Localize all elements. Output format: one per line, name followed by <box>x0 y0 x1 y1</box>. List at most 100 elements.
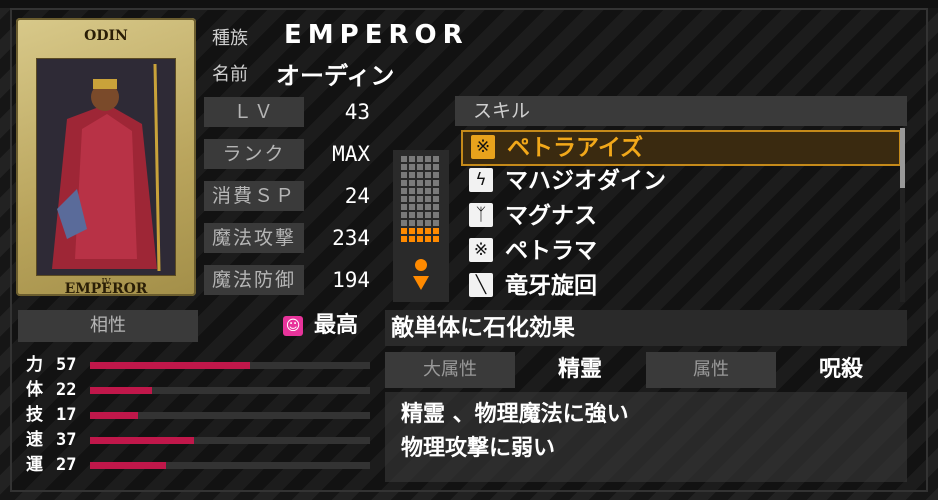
gauge-cell <box>433 196 439 202</box>
persona-marker-icon <box>411 258 431 292</box>
gauge-cell <box>417 228 423 234</box>
gauge-cell <box>433 164 439 170</box>
gauge-cell <box>425 228 431 234</box>
card-name: ODIN <box>84 28 128 44</box>
gauge-cell <box>433 156 439 162</box>
gauge-cell <box>417 188 423 194</box>
major-element-value: 精霊 <box>557 357 602 382</box>
attribute-fill <box>90 437 194 444</box>
skill-item-maziodyne[interactable]: ϟ マハジオダイン <box>461 165 897 197</box>
stat-label-magic-defense: 魔法防御 <box>204 265 304 295</box>
card-artwork <box>36 58 176 276</box>
stat-label-rank: ランク <box>204 139 304 169</box>
earth-icon: ᛉ <box>469 203 493 227</box>
persona-name: オーディン <box>276 62 395 90</box>
attribute-value: 17 <box>56 405 77 425</box>
gauge-cell <box>409 188 415 194</box>
skill-item-dragon-fang[interactable]: ╲ 竜牙旋回 <box>461 270 897 302</box>
stat-label-sp-cost: 消費ＳＰ <box>204 181 304 211</box>
skill-name: ペトラアイズ <box>507 135 644 161</box>
attribute-name: 運 <box>26 455 43 475</box>
gauge-cell <box>409 164 415 170</box>
gauge-cell <box>409 172 415 178</box>
gauge-cell <box>425 204 431 210</box>
note-line: 物理攻撃に弱い <box>401 436 556 461</box>
stat-value-magic-attack: 234 <box>332 226 370 250</box>
minor-element-value: 呪殺 <box>818 357 863 382</box>
gauge-cell <box>433 188 439 194</box>
gauge-cell <box>417 236 423 242</box>
major-element-label: 大属性 <box>385 352 515 388</box>
gauge-cell <box>425 188 431 194</box>
gauge-grid <box>401 156 441 242</box>
skill-list-header: スキル <box>455 96 907 126</box>
attribute-row-strength: 力 57 <box>18 354 376 376</box>
persona-notes: 精霊 、物理魔法に強い 物理攻撃に弱い <box>385 392 907 482</box>
gauge-cell <box>417 164 423 170</box>
gauge-cell <box>409 236 415 242</box>
gauge-cell <box>425 172 431 178</box>
attribute-track <box>90 412 370 419</box>
gauge-cell <box>417 180 423 186</box>
attribute-track <box>90 437 370 444</box>
gauge-cell <box>401 180 407 186</box>
attribute-row-technique: 技 17 <box>18 404 376 426</box>
stat-label-magic-attack: 魔法攻撃 <box>204 223 304 253</box>
gauge-cell <box>417 220 423 226</box>
skill-scroll-thumb[interactable] <box>900 128 905 188</box>
attribute-fill <box>90 462 166 469</box>
gauge-cell <box>417 212 423 218</box>
gauge-cell <box>401 188 407 194</box>
gauge-cell <box>433 172 439 178</box>
affinity-label: 相性 <box>18 310 198 342</box>
attribute-name: 体 <box>26 380 43 400</box>
attribute-fill <box>90 387 152 394</box>
stat-value-lv: 43 <box>344 100 370 124</box>
gauge-cell <box>409 156 415 162</box>
gauge-cell <box>433 204 439 210</box>
gauge-cell <box>417 204 423 210</box>
arcana-label: 種族 <box>212 28 248 49</box>
skill-name: マハジオダイン <box>505 168 666 194</box>
gauge-cell <box>401 212 407 218</box>
affinity-value: 最高 <box>314 313 359 338</box>
gauge-cell <box>433 212 439 218</box>
skill-list: ※ ペトラアイズ ϟ マハジオダイン ᛉ マグナス ※ ペトラマ ╲ 竜牙旋回 <box>455 126 907 304</box>
attribute-row-agility: 速 37 <box>18 429 376 451</box>
attribute-fill <box>90 412 138 419</box>
gauge-cell <box>401 236 407 242</box>
skill-item-magnus[interactable]: ᛉ マグナス <box>461 200 897 232</box>
gauge-cell <box>401 196 407 202</box>
skill-item-petra-eyes[interactable]: ※ ペトラアイズ <box>461 130 901 166</box>
skill-item-petrama[interactable]: ※ ペトラマ <box>461 235 897 267</box>
stat-value-rank: MAX <box>332 142 370 166</box>
gauge-cell <box>409 220 415 226</box>
gauge-cell <box>433 180 439 186</box>
gauge-cell <box>425 180 431 186</box>
attribute-track <box>90 362 370 369</box>
top-strip <box>0 0 938 8</box>
gauge-cell <box>401 164 407 170</box>
lightning-icon: ϟ <box>469 168 493 192</box>
stat-label-lv: ＬＶ <box>204 97 304 127</box>
minor-element-label: 属性 <box>646 352 776 388</box>
skill-description: 敵単体に石化効果 <box>385 310 907 346</box>
odin-figure-icon <box>37 59 175 275</box>
gauge-cell <box>409 228 415 234</box>
attribute-row-endurance: 体 22 <box>18 379 376 401</box>
attribute-row-luck: 運 27 <box>18 454 376 476</box>
stat-value-magic-defense: 194 <box>332 268 370 292</box>
gauge-cell <box>433 236 439 242</box>
skill-name: マグナス <box>505 203 597 229</box>
gauge-cell <box>433 228 439 234</box>
smile-face-icon: ☺ <box>283 316 303 336</box>
arcana-value: EMPEROR <box>284 20 469 50</box>
gauge-cell <box>409 204 415 210</box>
gauge-cell <box>425 156 431 162</box>
gauge-cell <box>401 220 407 226</box>
attribute-track <box>90 387 370 394</box>
gauge-cell <box>425 212 431 218</box>
note-line: 精霊 、物理魔法に強い <box>401 402 629 427</box>
gauge-cell <box>401 204 407 210</box>
gauge-cell <box>401 172 407 178</box>
